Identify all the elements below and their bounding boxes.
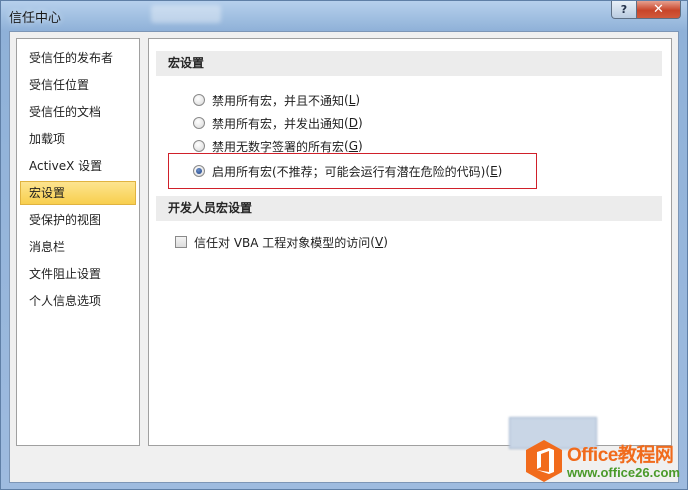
- watermark-title: Office教程网: [567, 445, 674, 466]
- close-icon: ✕: [653, 2, 664, 17]
- radio-disable-all-notify[interactable]: 禁用所有宏，并发出通知(D): [193, 113, 363, 133]
- help-button[interactable]: ?: [611, 1, 637, 19]
- radio-label: 禁用所有宏，并且不通知: [212, 93, 345, 108]
- sidebar-item-trusted-locations[interactable]: 受信任位置: [20, 73, 136, 97]
- title-bar[interactable]: 信任中心 ? ✕: [1, 1, 687, 31]
- hotkey-letter: L: [348, 93, 356, 107]
- radio-disable-all-no-notify[interactable]: 禁用所有宏，并且不通知(L): [193, 90, 360, 110]
- close-button[interactable]: ✕: [637, 1, 681, 19]
- hotkey-letter: G: [348, 139, 359, 153]
- annotation-highlight-box: [168, 153, 537, 189]
- checkbox[interactable]: [175, 236, 187, 248]
- radio-label: 禁用所有宏，并发出通知: [212, 116, 345, 131]
- sidebar-item-activex-settings[interactable]: ActiveX 设置: [20, 154, 136, 178]
- category-list: 受信任的发布者 受信任位置 受信任的文档 加载项 ActiveX 设置 宏设置 …: [16, 38, 140, 446]
- radio-button[interactable]: [193, 117, 205, 129]
- sidebar-item-message-bar[interactable]: 消息栏: [20, 235, 136, 259]
- hotkey-letter: V: [374, 235, 384, 249]
- radio-button[interactable]: [193, 94, 205, 106]
- radio-button[interactable]: [193, 140, 205, 152]
- watermark-url: www.office26.com: [567, 465, 680, 480]
- blurred-title-region: [151, 5, 221, 23]
- checkbox-label: 信任对 VBA 工程对象模型的访问: [194, 235, 371, 250]
- watermark: Office教程网 www.office26.com: [521, 437, 681, 487]
- checkbox-trust-vba[interactable]: 信任对 VBA 工程对象模型的访问(V): [175, 232, 388, 252]
- hotkey-letter: D: [348, 116, 358, 130]
- office-logo-icon: [526, 440, 562, 482]
- dialog-body: 受信任的发布者 受信任位置 受信任的文档 加载项 ActiveX 设置 宏设置 …: [9, 31, 679, 483]
- developer-settings-header: 开发人员宏设置: [156, 196, 662, 221]
- help-icon: ?: [620, 3, 628, 16]
- sidebar-item-macro-settings[interactable]: 宏设置: [20, 181, 136, 205]
- sidebar-item-trusted-documents[interactable]: 受信任的文档: [20, 100, 136, 124]
- sidebar-item-add-ins[interactable]: 加载项: [20, 127, 136, 151]
- window-title: 信任中心: [9, 11, 62, 26]
- sidebar-item-file-block-settings[interactable]: 文件阻止设置: [20, 262, 136, 286]
- settings-panel: 宏设置 禁用所有宏，并且不通知(L) 禁用所有宏，并发出通知(D) 禁用无数字签…: [148, 38, 672, 446]
- window-controls: ? ✕: [611, 1, 681, 19]
- sidebar-item-trusted-publishers[interactable]: 受信任的发布者: [20, 46, 136, 70]
- sidebar-item-protected-view[interactable]: 受保护的视图: [20, 208, 136, 232]
- trust-center-dialog: 信任中心 ? ✕ 受信任的发布者 受信任位置 受信任的文档 加载项 Active…: [0, 0, 688, 490]
- radio-label: 禁用无数字签署的所有宏: [212, 139, 345, 154]
- macro-settings-header: 宏设置: [156, 51, 662, 76]
- sidebar-item-privacy-options[interactable]: 个人信息选项: [20, 289, 136, 313]
